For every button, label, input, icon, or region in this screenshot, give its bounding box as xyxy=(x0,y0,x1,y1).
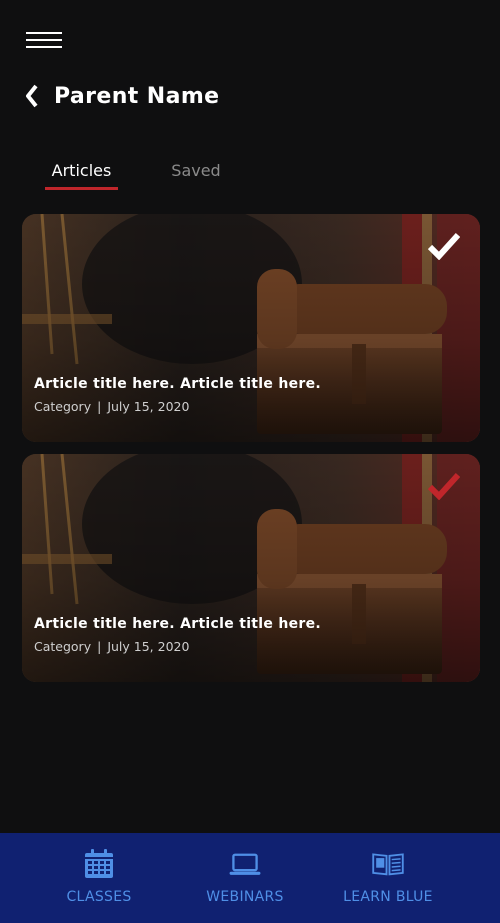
bottom-navigation: CLASSES WEBINARS LEARN BLUE xyxy=(0,833,500,923)
nav-label: WEBINARS xyxy=(206,889,284,905)
article-date: July 15, 2020 xyxy=(107,639,190,654)
nav-learn-blue[interactable]: LEARN BLUE xyxy=(340,833,436,923)
calendar-icon xyxy=(85,849,113,878)
menu-line xyxy=(26,39,62,41)
menu-line xyxy=(26,32,62,34)
chevron-left-icon xyxy=(26,84,38,108)
article-date: July 15, 2020 xyxy=(107,399,190,414)
check-icon[interactable] xyxy=(428,472,460,500)
article-category: Category xyxy=(34,399,92,414)
open-book-icon xyxy=(372,853,404,876)
meta-separator: | xyxy=(97,639,102,654)
menu-line xyxy=(26,46,62,48)
nav-label: LEARN BLUE xyxy=(343,889,433,905)
laptop-icon xyxy=(229,853,261,875)
tab-bar: Articles Saved xyxy=(45,160,295,192)
nav-label: CLASSES xyxy=(66,889,132,905)
article-meta: Category | July 15, 2020 xyxy=(34,639,189,654)
article-card[interactable]: Article title here. Article title here. … xyxy=(22,454,480,682)
hamburger-menu-icon[interactable] xyxy=(26,32,62,50)
check-icon[interactable] xyxy=(428,232,460,260)
nav-classes[interactable]: CLASSES xyxy=(58,833,140,923)
article-card[interactable]: Article title here. Article title here. … xyxy=(22,214,480,442)
check-mark xyxy=(428,472,460,500)
meta-separator: | xyxy=(97,399,102,414)
article-title: Article title here. Article title here. xyxy=(34,376,322,392)
back-button[interactable] xyxy=(24,81,44,111)
check-mark xyxy=(428,232,460,260)
tab-saved[interactable]: Saved xyxy=(162,160,230,192)
page-header: Parent Name xyxy=(24,80,220,112)
article-title: Article title here. Article title here. xyxy=(34,616,322,632)
page-title: Parent Name xyxy=(54,83,220,109)
tab-articles[interactable]: Articles xyxy=(45,160,118,192)
nav-webinars[interactable]: WEBINARS xyxy=(200,833,290,923)
article-meta: Category | July 15, 2020 xyxy=(34,399,189,414)
article-category: Category xyxy=(34,639,92,654)
